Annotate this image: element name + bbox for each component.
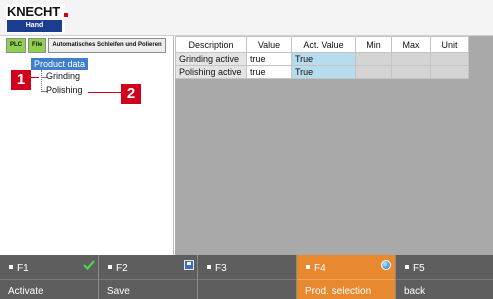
save-icon (184, 260, 194, 270)
column-header-value[interactable]: Value (246, 36, 292, 53)
header-bar: KNECHT Hand (0, 0, 493, 36)
logo-text: KNECHT (7, 4, 60, 19)
cell-value[interactable]: true (246, 65, 292, 79)
f1-key-label: F1 (17, 263, 29, 274)
mode-badge: Hand (7, 20, 62, 32)
column-header-max[interactable]: Max (391, 36, 431, 53)
tab-plc[interactable]: PLC (6, 38, 26, 53)
column-header-description[interactable]: Description (175, 36, 247, 53)
f4-key-cap: F4 (297, 255, 395, 279)
f2-separator (99, 279, 197, 280)
f4-prod-selection-button[interactable]: F4 Prod. selection (297, 255, 396, 299)
callout-1: 1 (11, 70, 31, 90)
f5-key-cap: F5 (396, 255, 493, 279)
f1-activate-button[interactable]: F1 Activate (0, 255, 99, 299)
tab-automatic-grinding-polishing[interactable]: Automatisches Schleifen und Polieren (48, 38, 166, 53)
cell-unit (430, 52, 469, 66)
f4-key-label: F4 (314, 263, 326, 274)
column-header-act-value[interactable]: Act. Value (291, 36, 356, 53)
cell-act-value: True (291, 52, 356, 66)
callout-1-line (31, 77, 39, 78)
f3-button[interactable]: F3 (198, 255, 297, 299)
cell-max (391, 52, 431, 66)
f2-key-cap: F2 (99, 255, 197, 279)
column-header-min[interactable]: Min (355, 36, 392, 53)
f4-action-label: Prod. selection (305, 286, 372, 297)
callout-2-line (88, 92, 121, 93)
knecht-logo: KNECHT Hand (6, 4, 68, 33)
cell-min (355, 65, 392, 79)
cell-value[interactable]: true (246, 52, 292, 66)
f1-action-label: Activate (8, 286, 44, 297)
left-tab-row: PLC File Automatisches Schleifen und Pol… (6, 38, 166, 54)
f4-bullet (306, 265, 310, 269)
f1-separator (0, 279, 98, 280)
f5-separator (396, 279, 493, 280)
table-header-row: Description Value Act. Value Min Max Uni… (175, 36, 469, 53)
cell-max (391, 65, 431, 79)
tree-connector (41, 70, 42, 92)
f1-key-cap: F1 (0, 255, 98, 279)
f3-key-label: F3 (215, 263, 227, 274)
logo-dot (64, 13, 68, 17)
globe-icon (381, 260, 391, 270)
f5-bullet (405, 265, 409, 269)
table-row[interactable]: Polishing active true True (175, 65, 469, 79)
f3-bullet (207, 265, 211, 269)
f3-key-cap: F3 (198, 255, 296, 279)
cell-act-value: True (291, 65, 356, 79)
tree-item-product-data[interactable]: Product data (31, 58, 89, 70)
f5-action-label: back (404, 286, 426, 297)
f1-bullet (9, 265, 13, 269)
cell-description: Polishing active (175, 65, 247, 79)
f2-save-button[interactable]: F2 Save (99, 255, 198, 299)
f5-back-button[interactable]: F5 back (396, 255, 493, 299)
tab-file[interactable]: File (28, 38, 47, 53)
f2-bullet (108, 265, 112, 269)
cell-description: Grinding active (175, 52, 247, 66)
f2-action-label: Save (107, 286, 130, 297)
table-row[interactable]: Grinding active true True (175, 52, 469, 66)
parameter-table-panel: Description Value Act. Value Min Max Uni… (175, 36, 493, 255)
f4-separator (297, 279, 395, 280)
tree-panel: PLC File Automatisches Schleifen und Pol… (6, 36, 174, 255)
check-icon (83, 260, 95, 271)
tree-item-polishing[interactable]: Polishing (46, 85, 83, 95)
callout-2: 2 (121, 84, 141, 104)
f5-key-label: F5 (413, 263, 425, 274)
column-header-unit[interactable]: Unit (430, 36, 469, 53)
function-key-bar: F1 Activate F2 Save F3 F4 Prod. selectio… (0, 255, 493, 299)
f3-separator (198, 279, 296, 280)
cell-min (355, 52, 392, 66)
cell-unit (430, 65, 469, 79)
tree-item-grinding[interactable]: Grinding (46, 71, 80, 81)
f2-key-label: F2 (116, 263, 128, 274)
parameter-table: Description Value Act. Value Min Max Uni… (175, 36, 469, 79)
